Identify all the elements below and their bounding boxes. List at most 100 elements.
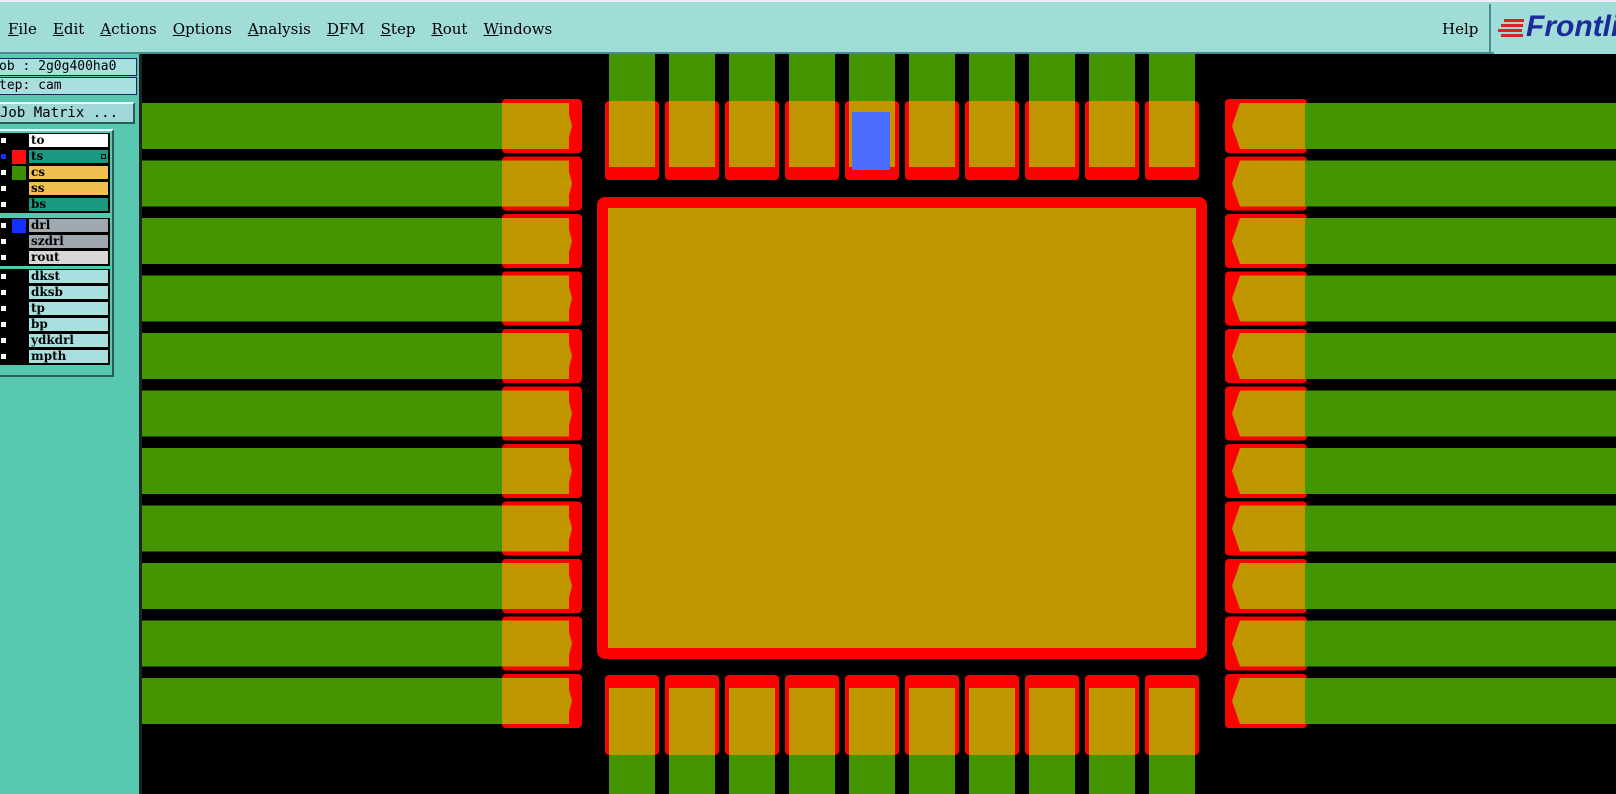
layer-checkbox[interactable] <box>0 201 7 208</box>
menu-analysis[interactable]: Analysis <box>240 20 319 38</box>
layer-color-swatch[interactable] <box>12 198 26 212</box>
trace-bottom <box>969 755 1015 794</box>
layer-checkbox[interactable] <box>0 305 7 312</box>
layer-checkbox[interactable] <box>0 273 7 280</box>
layer-row-bp[interactable]: bp <box>0 317 110 333</box>
layer-name[interactable]: szdrl <box>28 234 109 249</box>
layer-name[interactable]: bs <box>28 197 109 212</box>
trace-left <box>142 620 502 667</box>
trace-top <box>909 54 955 104</box>
layer-row-to[interactable]: to <box>0 133 110 149</box>
layer-checkbox[interactable] <box>0 289 7 296</box>
layer-name[interactable]: ydkdrl <box>28 333 109 348</box>
menu-actions[interactable]: Actions <box>92 20 164 38</box>
trace-bottom <box>1149 755 1195 794</box>
layer-color-swatch[interactable] <box>12 219 26 233</box>
layer-checkbox[interactable] <box>0 238 7 245</box>
layer-color-swatch[interactable] <box>12 302 26 316</box>
layer-color-swatch[interactable] <box>12 334 26 348</box>
pad-left <box>502 333 569 379</box>
layer-color-swatch[interactable] <box>12 235 26 249</box>
layer-color-swatch[interactable] <box>12 150 26 164</box>
layer-row-tp[interactable]: tp <box>0 301 110 317</box>
pad-left <box>502 563 569 609</box>
layer-name[interactable]: bp <box>28 317 109 332</box>
layer-row-rout[interactable]: rout <box>0 250 110 266</box>
layer-checkbox[interactable] <box>0 153 7 160</box>
trace-top <box>729 54 775 104</box>
layer-color-swatch[interactable] <box>12 350 26 364</box>
layer-checkbox[interactable] <box>0 254 7 261</box>
trace-left <box>142 275 502 322</box>
menu-edit[interactable]: Edit <box>45 20 92 38</box>
pad-right <box>1240 678 1305 724</box>
layer-color-swatch[interactable] <box>12 182 26 196</box>
menu-rout[interactable]: Rout <box>423 20 475 38</box>
layer-row-mpth[interactable]: mpth <box>0 349 110 365</box>
layer-name[interactable]: mpth <box>28 349 109 364</box>
layer-color-swatch[interactable] <box>12 318 26 332</box>
trace-bottom <box>789 755 835 794</box>
layer-name[interactable]: to <box>28 133 109 148</box>
layer-name[interactable]: dksb <box>28 285 109 300</box>
trace-bottom <box>729 755 775 794</box>
layer-name[interactable]: cs <box>28 165 109 180</box>
trace-top <box>1029 54 1075 104</box>
graphics-canvas[interactable] <box>142 54 1616 794</box>
layer-checkbox[interactable] <box>0 353 7 360</box>
logo-text: Frontline <box>1526 10 1616 43</box>
layer-checkbox[interactable] <box>0 185 7 192</box>
layer-name[interactable]: dkst <box>28 269 109 284</box>
pad-right <box>1240 333 1305 379</box>
pad-bottom <box>789 688 835 758</box>
layer-name[interactable]: tp <box>28 301 109 316</box>
menu-file[interactable]: File <box>0 20 45 38</box>
layer-row-dkst[interactable]: dkst <box>0 269 110 285</box>
layer-checkbox[interactable] <box>0 222 7 229</box>
pad-bottom <box>1149 688 1195 758</box>
layer-name[interactable]: drl <box>28 218 109 233</box>
trace-right <box>1305 678 1616 724</box>
layer-checkbox[interactable] <box>0 137 7 144</box>
trace-right <box>1305 448 1616 494</box>
trace-bottom <box>669 755 715 794</box>
layer-color-swatch[interactable] <box>12 251 26 265</box>
layer-row-ts[interactable]: ts <box>0 149 110 165</box>
pad-top <box>1089 101 1135 167</box>
pad-right <box>1240 160 1305 207</box>
layer-color-swatch[interactable] <box>12 286 26 300</box>
layer-row-szdrl[interactable]: szdrl <box>0 234 110 250</box>
layer-row-dksb[interactable]: dksb <box>0 285 110 301</box>
frontline-logo: Frontline <box>1494 4 1616 54</box>
layer-row-cs[interactable]: cs <box>0 165 110 181</box>
trace-right <box>1305 275 1616 322</box>
pad-top <box>969 101 1015 167</box>
menu-step[interactable]: Step <box>373 20 424 38</box>
pad-top <box>909 101 955 167</box>
layer-row-ss[interactable]: ss <box>0 181 110 197</box>
trace-right <box>1305 563 1616 609</box>
layer-checkbox[interactable] <box>0 321 7 328</box>
selected-feature <box>852 112 890 170</box>
job-matrix-button[interactable]: Job Matrix ... <box>0 102 135 124</box>
layer-name[interactable]: ss <box>28 181 109 196</box>
layer-color-swatch[interactable] <box>12 134 26 148</box>
layer-color-swatch[interactable] <box>12 270 26 284</box>
layer-name[interactable]: rout <box>28 250 109 265</box>
layer-row-ydkdrl[interactable]: ydkdrl <box>0 333 110 349</box>
layer-row-bs[interactable]: bs <box>0 197 110 213</box>
menu-options[interactable]: Options <box>165 20 240 38</box>
layer-color-swatch[interactable] <box>12 166 26 180</box>
layer-row-drl[interactable]: drl <box>0 218 110 234</box>
pad-bottom <box>609 688 655 758</box>
trace-bottom <box>1029 755 1075 794</box>
pad-right <box>1240 275 1305 322</box>
menu-help[interactable]: Help <box>1442 20 1478 38</box>
layer-name[interactable]: ts <box>28 149 109 164</box>
menu-dfm[interactable]: DFM <box>319 20 373 38</box>
layer-checkbox[interactable] <box>0 337 7 344</box>
pad-left <box>502 103 569 149</box>
menu-windows[interactable]: Windows <box>475 20 560 38</box>
layer-checkbox[interactable] <box>0 169 7 176</box>
pcb-view[interactable] <box>142 54 1616 794</box>
